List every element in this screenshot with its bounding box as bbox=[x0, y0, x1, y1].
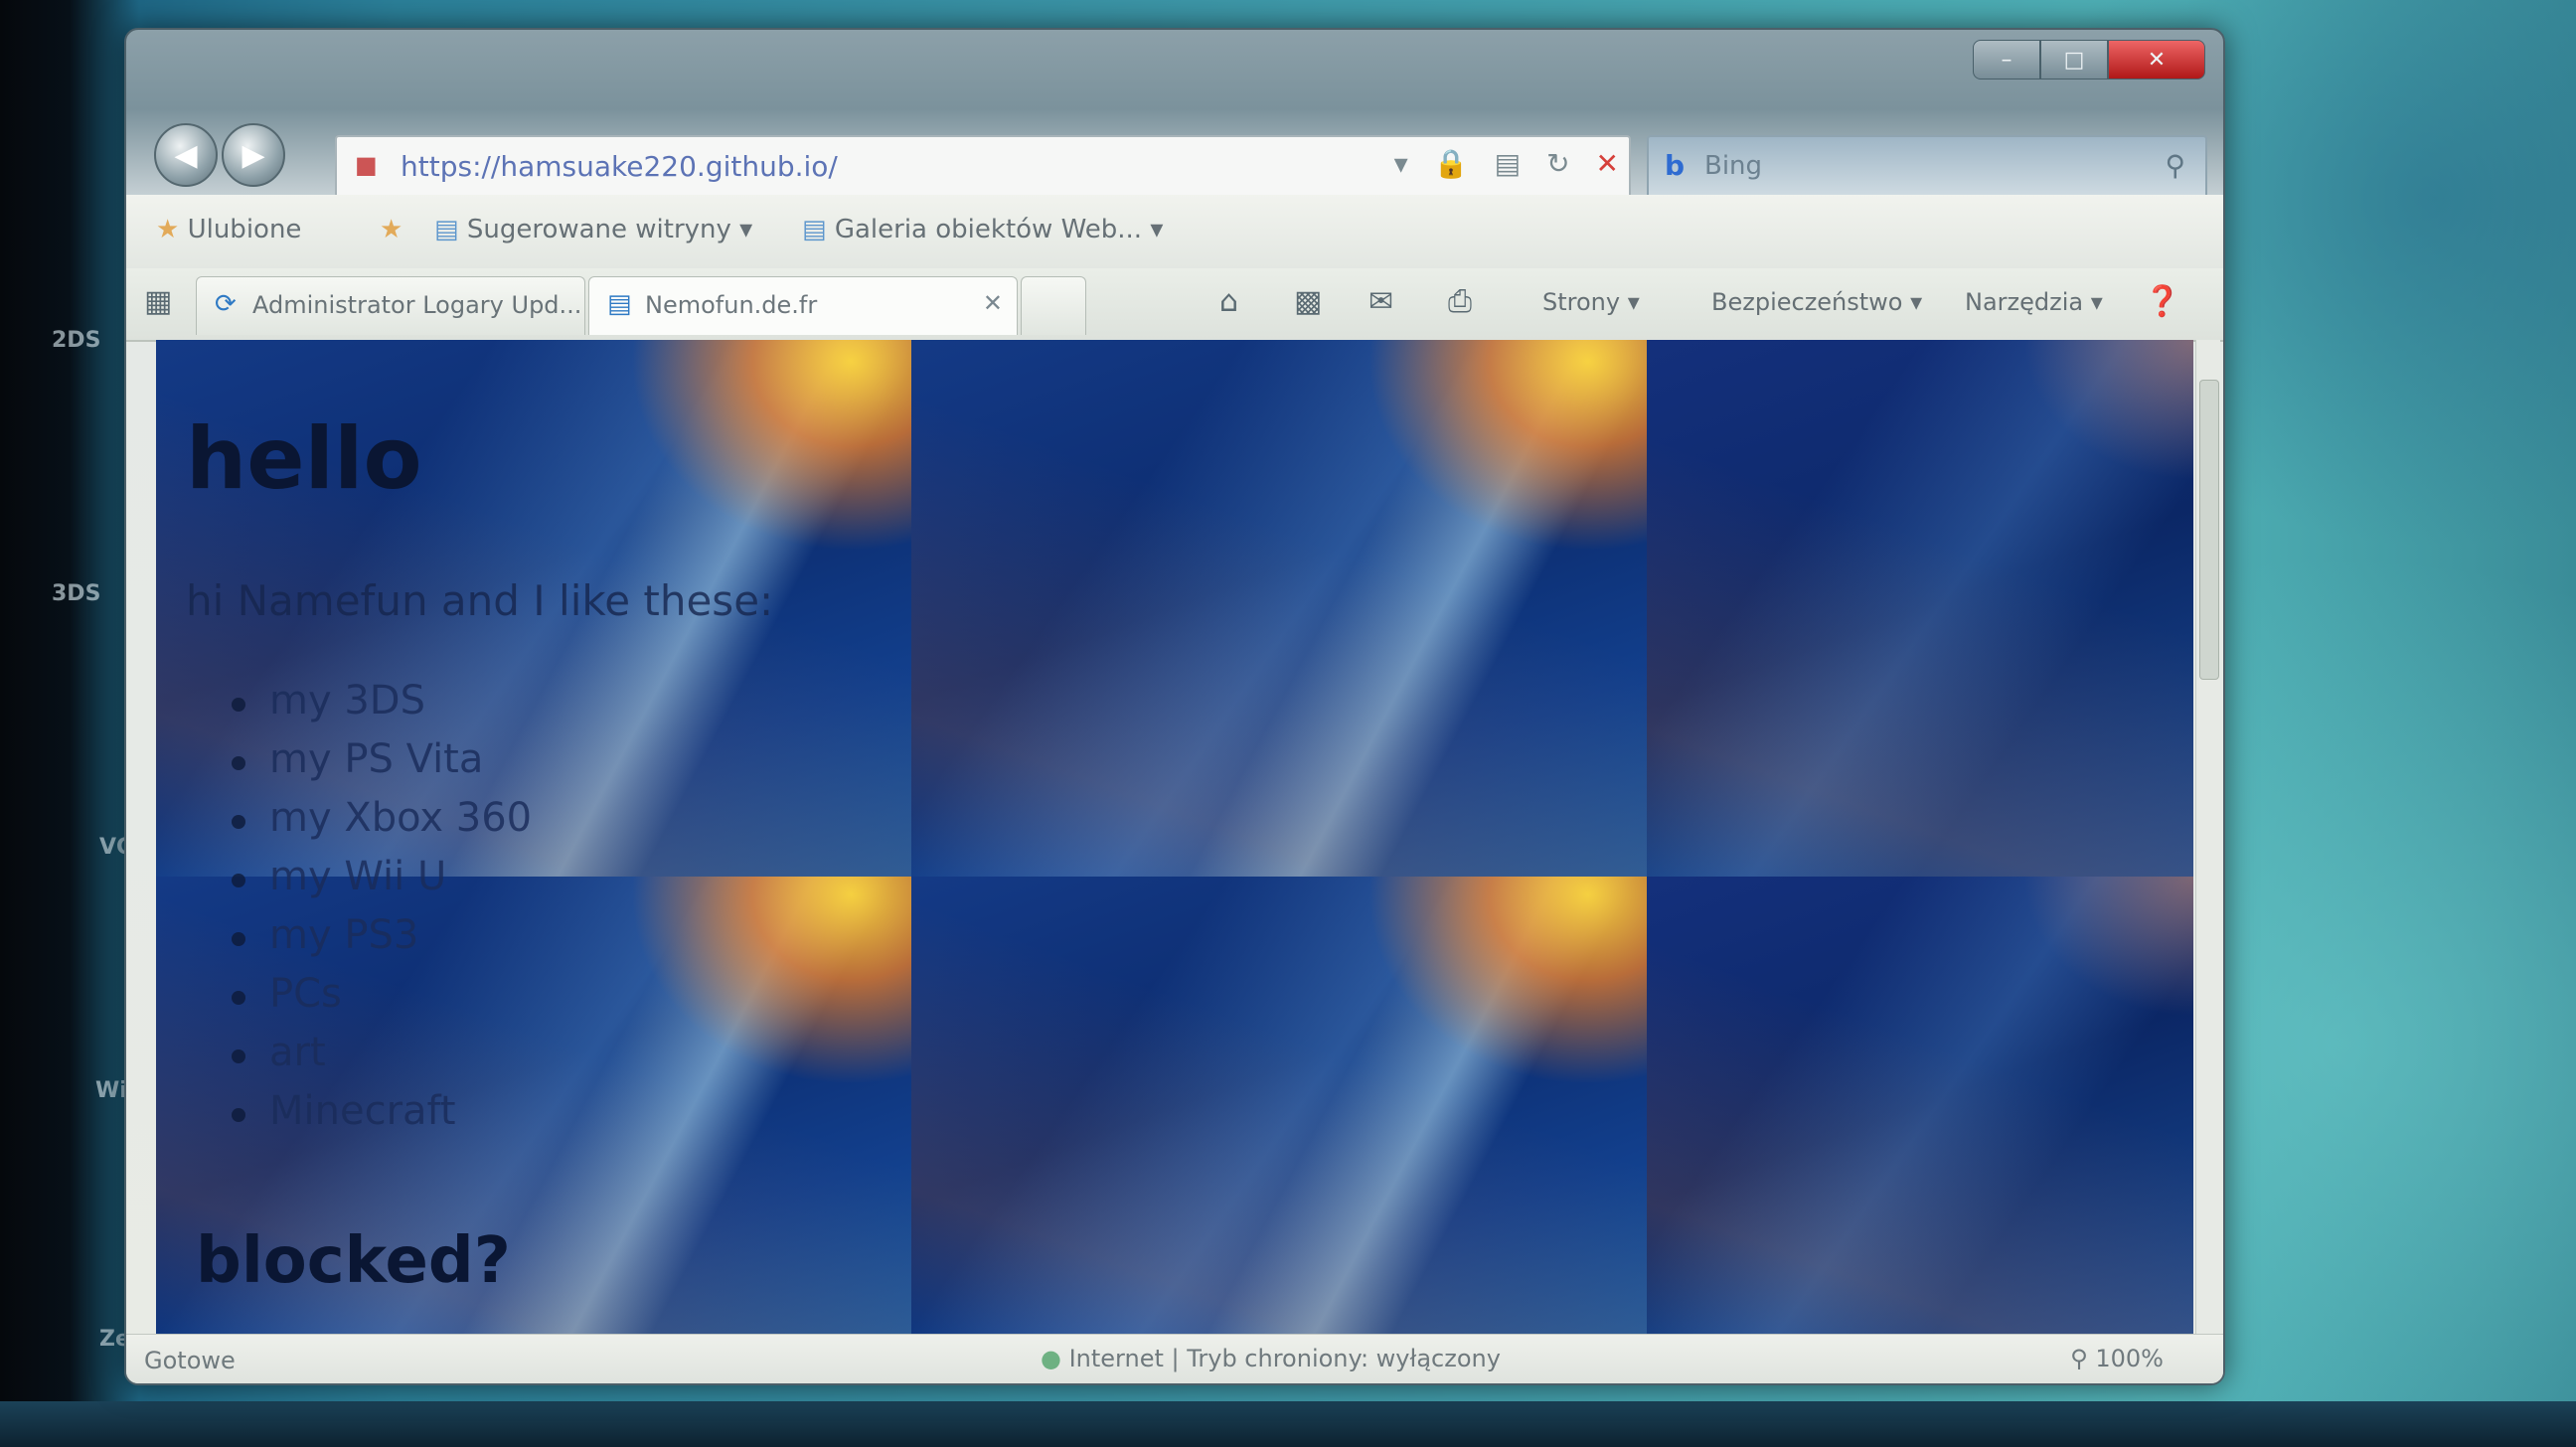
security-zone-label: Internet | Tryb chroniony: wyłączony bbox=[1068, 1345, 1501, 1372]
page-icon: ▤ bbox=[802, 215, 827, 244]
list-item: PCs bbox=[226, 971, 532, 1030]
background-tile bbox=[1647, 340, 2193, 877]
new-tab-button[interactable] bbox=[1021, 276, 1086, 335]
maximize-button[interactable]: □ bbox=[2040, 40, 2108, 80]
home-icon[interactable]: ⌂ bbox=[1219, 284, 1238, 319]
stop-icon[interactable]: ✕ bbox=[1596, 147, 1619, 180]
lock-icon[interactable]: 🔒 bbox=[1434, 147, 1469, 180]
page-menu[interactable]: Strony ▾ bbox=[1542, 288, 1640, 316]
status-text: Gotowe bbox=[144, 1347, 236, 1374]
suggested-sites-label: Sugerowane witryny ▾ bbox=[466, 215, 753, 244]
search-box[interactable]: b Bing ⚲ bbox=[1647, 135, 2207, 199]
feed-icon[interactable]: ▩ bbox=[1294, 284, 1322, 319]
tab-administrator[interactable]: ⟳ Administrator Logary Upd... bbox=[196, 276, 585, 335]
intro-text: hi Namefun and I like these: bbox=[186, 576, 774, 625]
compatibility-icon[interactable]: ▤ bbox=[1495, 147, 1521, 180]
zoom-control[interactable]: ⚲ 100% bbox=[2070, 1345, 2164, 1372]
bing-logo-icon: b bbox=[1665, 149, 1686, 182]
safety-menu[interactable]: Bezpieczeństwo ▾ bbox=[1711, 288, 1922, 316]
quick-tabs-icon[interactable]: ▦ bbox=[144, 284, 172, 319]
globe-icon: ● bbox=[1041, 1345, 1061, 1372]
page-icon: ▤ bbox=[607, 289, 632, 319]
forward-arrow-icon: ▶ bbox=[242, 137, 265, 173]
desktop-icon-label[interactable]: 2DS bbox=[52, 328, 100, 353]
tab-label: Administrator Logary Upd... bbox=[252, 291, 582, 319]
zoom-level: 100% bbox=[2095, 1345, 2164, 1372]
close-tab-icon[interactable]: ✕ bbox=[983, 289, 1003, 317]
page-icon: ▤ bbox=[434, 215, 459, 244]
printer-icon[interactable]: ⎙ bbox=[1448, 284, 1472, 319]
favorites-label: Ulubione bbox=[187, 215, 302, 244]
list-item: Minecraft bbox=[226, 1088, 532, 1147]
taskbar bbox=[0, 1401, 2576, 1447]
section-heading: blocked? bbox=[196, 1224, 511, 1298]
list-item: my PS Vita bbox=[226, 736, 532, 795]
search-input[interactable]: Bing bbox=[1704, 151, 1762, 181]
add-favorites-icon[interactable]: ★ bbox=[380, 215, 402, 244]
list-item: my Wii U bbox=[226, 854, 532, 912]
minimize-button[interactable]: – bbox=[1973, 40, 2040, 80]
web-slices-link[interactable]: ▤ Galeria obiektów Web... ▾ bbox=[802, 215, 1163, 244]
mail-icon[interactable]: ✉ bbox=[1368, 284, 1393, 319]
likes-list: my 3DS my PS Vita my Xbox 360 my Wii U m… bbox=[226, 678, 532, 1147]
refresh-icon[interactable]: ↻ bbox=[1546, 147, 1569, 180]
zoom-icon: ⚲ bbox=[2070, 1345, 2096, 1372]
address-bar[interactable]: ■ https://hamsuake220.github.io/ ▾ 🔒 ▤ ↻… bbox=[335, 135, 1631, 199]
loading-icon: ⟳ bbox=[215, 289, 237, 319]
page-heading: hello bbox=[186, 409, 422, 509]
favorites-bar: ★ Ulubione ★ ▤ Sugerowane witryny ▾ ▤ Ga… bbox=[126, 195, 2223, 269]
tab-label: Nemofun.de.fr bbox=[645, 291, 818, 319]
browser-window: – □ ✕ ◀ ▶ ■ https://hamsuake220.github.i… bbox=[124, 28, 2225, 1385]
window-controls: – □ ✕ bbox=[1973, 40, 2205, 80]
command-bar: ▦ ⟳ Administrator Logary Upd... ▤ Nemofu… bbox=[126, 268, 2223, 342]
desktop-icon-label[interactable]: 3DS bbox=[52, 581, 100, 606]
vertical-scrollbar[interactable] bbox=[2195, 340, 2220, 1334]
scrollbar-thumb[interactable] bbox=[2199, 380, 2219, 680]
help-icon[interactable]: ❓ bbox=[2144, 284, 2180, 319]
tools-menu[interactable]: Narzędzia ▾ bbox=[1965, 288, 2103, 316]
star-icon: ★ bbox=[156, 215, 180, 244]
security-zone[interactable]: ● Internet | Tryb chroniony: wyłączony bbox=[1041, 1345, 1501, 1372]
list-item: my Xbox 360 bbox=[226, 795, 532, 854]
background-tile bbox=[1647, 877, 2193, 1334]
page-viewport: hello hi Namefun and I like these: my 3D… bbox=[156, 340, 2193, 1334]
list-item: art bbox=[226, 1030, 532, 1088]
list-item: my 3DS bbox=[226, 678, 532, 736]
address-tools: ▾ 🔒 ▤ ↻ ✕ bbox=[1394, 147, 1619, 180]
page-content: hello hi Namefun and I like these: my 3D… bbox=[156, 340, 1050, 1334]
navigation-bar: ◀ ▶ ■ https://hamsuake220.github.io/ ▾ 🔒… bbox=[126, 99, 2223, 199]
status-bar: Gotowe ● Internet | Tryb chroniony: wyłą… bbox=[126, 1334, 2223, 1383]
tab-nemofun[interactable]: ▤ Nemofun.de.fr ✕ bbox=[588, 276, 1018, 335]
web-slices-label: Galeria obiektów Web... ▾ bbox=[834, 215, 1164, 244]
page-icon: ■ bbox=[355, 151, 378, 179]
title-bar[interactable]: – □ ✕ bbox=[126, 30, 2223, 101]
search-icon[interactable]: ⚲ bbox=[2165, 149, 2185, 182]
list-item: my PS3 bbox=[226, 912, 532, 971]
suggested-sites-link[interactable]: ▤ Sugerowane witryny ▾ bbox=[434, 215, 752, 244]
favorites-button[interactable]: ★ Ulubione bbox=[156, 215, 301, 244]
forward-button[interactable]: ▶ bbox=[222, 123, 285, 187]
dropdown-icon[interactable]: ▾ bbox=[1394, 147, 1408, 180]
address-url[interactable]: https://hamsuake220.github.io/ bbox=[401, 150, 838, 183]
back-arrow-icon: ◀ bbox=[174, 137, 198, 173]
close-button[interactable]: ✕ bbox=[2108, 40, 2205, 80]
back-button[interactable]: ◀ bbox=[154, 123, 218, 187]
